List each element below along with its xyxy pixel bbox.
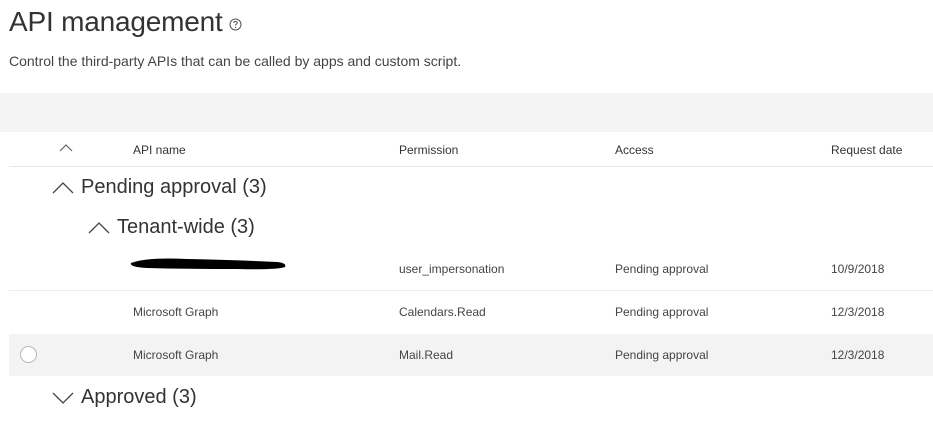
chevron-up-icon[interactable] xyxy=(59,142,73,154)
help-circle-icon[interactable] xyxy=(229,18,242,31)
table-row[interactable]: Microsoft Graph Calendars.Read Pending a… xyxy=(9,291,933,333)
chevron-up-icon[interactable] xyxy=(52,180,74,196)
group-pending-approval[interactable]: Pending approval (3) xyxy=(52,176,267,199)
chevron-down-icon[interactable] xyxy=(52,390,74,406)
cell-access: Pending approval xyxy=(615,262,709,276)
cell-request-date: 12/3/2018 xyxy=(831,305,885,319)
table-row[interactable]: user_impersonation Pending approval 10/9… xyxy=(9,248,933,291)
api-management-page: API management Control the third-party A… xyxy=(0,0,933,430)
cell-request-date: 10/9/2018 xyxy=(831,262,885,276)
group-label-tenant-wide: Tenant-wide (3) xyxy=(117,216,255,238)
group-label-approved: Approved (3) xyxy=(81,386,197,408)
command-bar xyxy=(0,93,933,132)
page-subtitle: Control the third-party APIs that can be… xyxy=(9,53,462,69)
redaction-mark xyxy=(130,258,286,270)
table-header: API name Permission Access Request date xyxy=(9,133,933,167)
cell-api-name: Microsoft Graph xyxy=(133,305,219,319)
cell-api-name: Microsoft Graph xyxy=(133,348,219,362)
table-row[interactable]: Microsoft Graph Mail.Read Pending approv… xyxy=(9,334,933,376)
chevron-up-icon[interactable] xyxy=(88,220,110,236)
column-header-access[interactable]: Access xyxy=(615,143,654,157)
cell-access: Pending approval xyxy=(615,348,709,362)
group-approved[interactable]: Approved (3) xyxy=(52,386,197,409)
cell-request-date: 12/3/2018 xyxy=(831,348,885,362)
column-header-api-name[interactable]: API name xyxy=(133,143,186,157)
column-header-request-date[interactable]: Request date xyxy=(831,143,902,157)
cell-permission: Mail.Read xyxy=(399,348,454,362)
row-select-radio[interactable] xyxy=(20,346,37,363)
cell-access: Pending approval xyxy=(615,305,709,319)
cell-permission: Calendars.Read xyxy=(399,305,486,319)
page-title: API management xyxy=(9,6,223,37)
group-label-pending: Pending approval (3) xyxy=(81,176,267,198)
title-row: API management xyxy=(9,2,242,42)
group-tenant-wide[interactable]: Tenant-wide (3) xyxy=(88,216,255,239)
column-header-permission[interactable]: Permission xyxy=(399,143,458,157)
cell-permission: user_impersonation xyxy=(399,262,505,276)
